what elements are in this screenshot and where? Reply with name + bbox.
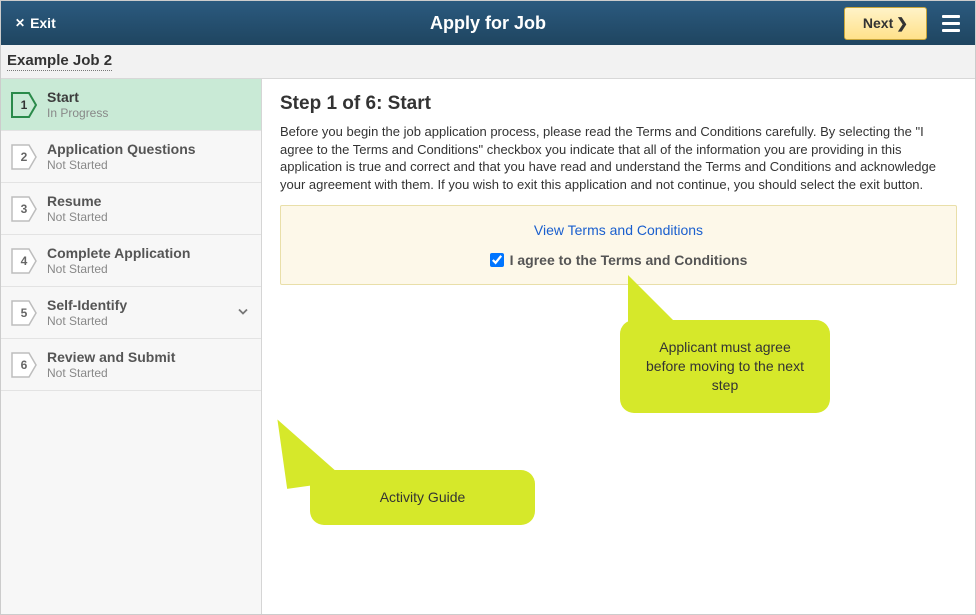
menu-button[interactable] [933, 5, 969, 41]
page-title: Apply for Job [1, 13, 975, 34]
subheader: Example Job 2 [1, 45, 975, 79]
sidebar-step-complete-application[interactable]: 4 Complete Application Not Started [1, 235, 261, 287]
view-terms-link[interactable]: View Terms and Conditions [534, 222, 703, 238]
step-name: Application Questions [47, 141, 196, 157]
step-name: Review and Submit [47, 349, 175, 365]
step-status: Not Started [47, 366, 175, 380]
agree-checkbox[interactable] [490, 253, 504, 267]
step-name: Self-Identify [47, 297, 127, 313]
step-status: Not Started [47, 314, 127, 328]
callout-agree: Applicant must agree before moving to th… [620, 320, 830, 413]
app-header: ✕ Exit Apply for Job Next ❯ [1, 1, 975, 45]
step-name: Resume [47, 193, 108, 209]
sidebar-activity-guide: 1 Start In Progress 2 Application Questi… [1, 79, 262, 614]
content-panel: Step 1 of 6: Start Before you begin the … [262, 79, 975, 614]
intro-paragraph: Before you begin the job application pro… [280, 123, 957, 193]
exit-label: Exit [30, 15, 56, 31]
agree-label[interactable]: I agree to the Terms and Conditions [510, 252, 748, 268]
step-status: In Progress [47, 106, 108, 120]
step-name: Complete Application [47, 245, 190, 261]
sidebar-step-self-identify[interactable]: 5 Self-Identify Not Started [1, 287, 261, 339]
agree-row: I agree to the Terms and Conditions [297, 252, 940, 268]
step-badge: 1 [11, 92, 37, 118]
job-name[interactable]: Example Job 2 [7, 52, 112, 71]
step-status: Not Started [47, 158, 196, 172]
step-status: Not Started [47, 210, 108, 224]
step-status: Not Started [47, 262, 190, 276]
sidebar-step-review-and-submit[interactable]: 6 Review and Submit Not Started [1, 339, 261, 391]
step-badge: 2 [11, 144, 37, 170]
chevron-right-icon: ❯ [896, 15, 908, 32]
step-name: Start [47, 89, 108, 105]
step-badge: 3 [11, 196, 37, 222]
hamburger-icon [942, 15, 960, 18]
callout-activity-guide: Activity Guide [310, 470, 535, 525]
callout-tail-icon [628, 275, 683, 330]
step-badge: 5 [11, 300, 37, 326]
exit-button[interactable]: ✕ Exit [7, 9, 64, 37]
chevron-down-icon [237, 305, 249, 320]
header-actions: Next ❯ [844, 5, 969, 41]
sidebar-step-resume[interactable]: 3 Resume Not Started [1, 183, 261, 235]
callout-tail-icon [277, 411, 346, 489]
close-icon: ✕ [15, 16, 25, 30]
step-heading: Step 1 of 6: Start [280, 93, 957, 115]
next-button[interactable]: Next ❯ [844, 7, 927, 40]
sidebar-step-start[interactable]: 1 Start In Progress [1, 79, 261, 131]
next-label: Next [863, 15, 893, 31]
sidebar-step-application-questions[interactable]: 2 Application Questions Not Started [1, 131, 261, 183]
terms-box: View Terms and Conditions I agree to the… [280, 205, 957, 285]
step-badge: 6 [11, 352, 37, 378]
step-badge: 4 [11, 248, 37, 274]
